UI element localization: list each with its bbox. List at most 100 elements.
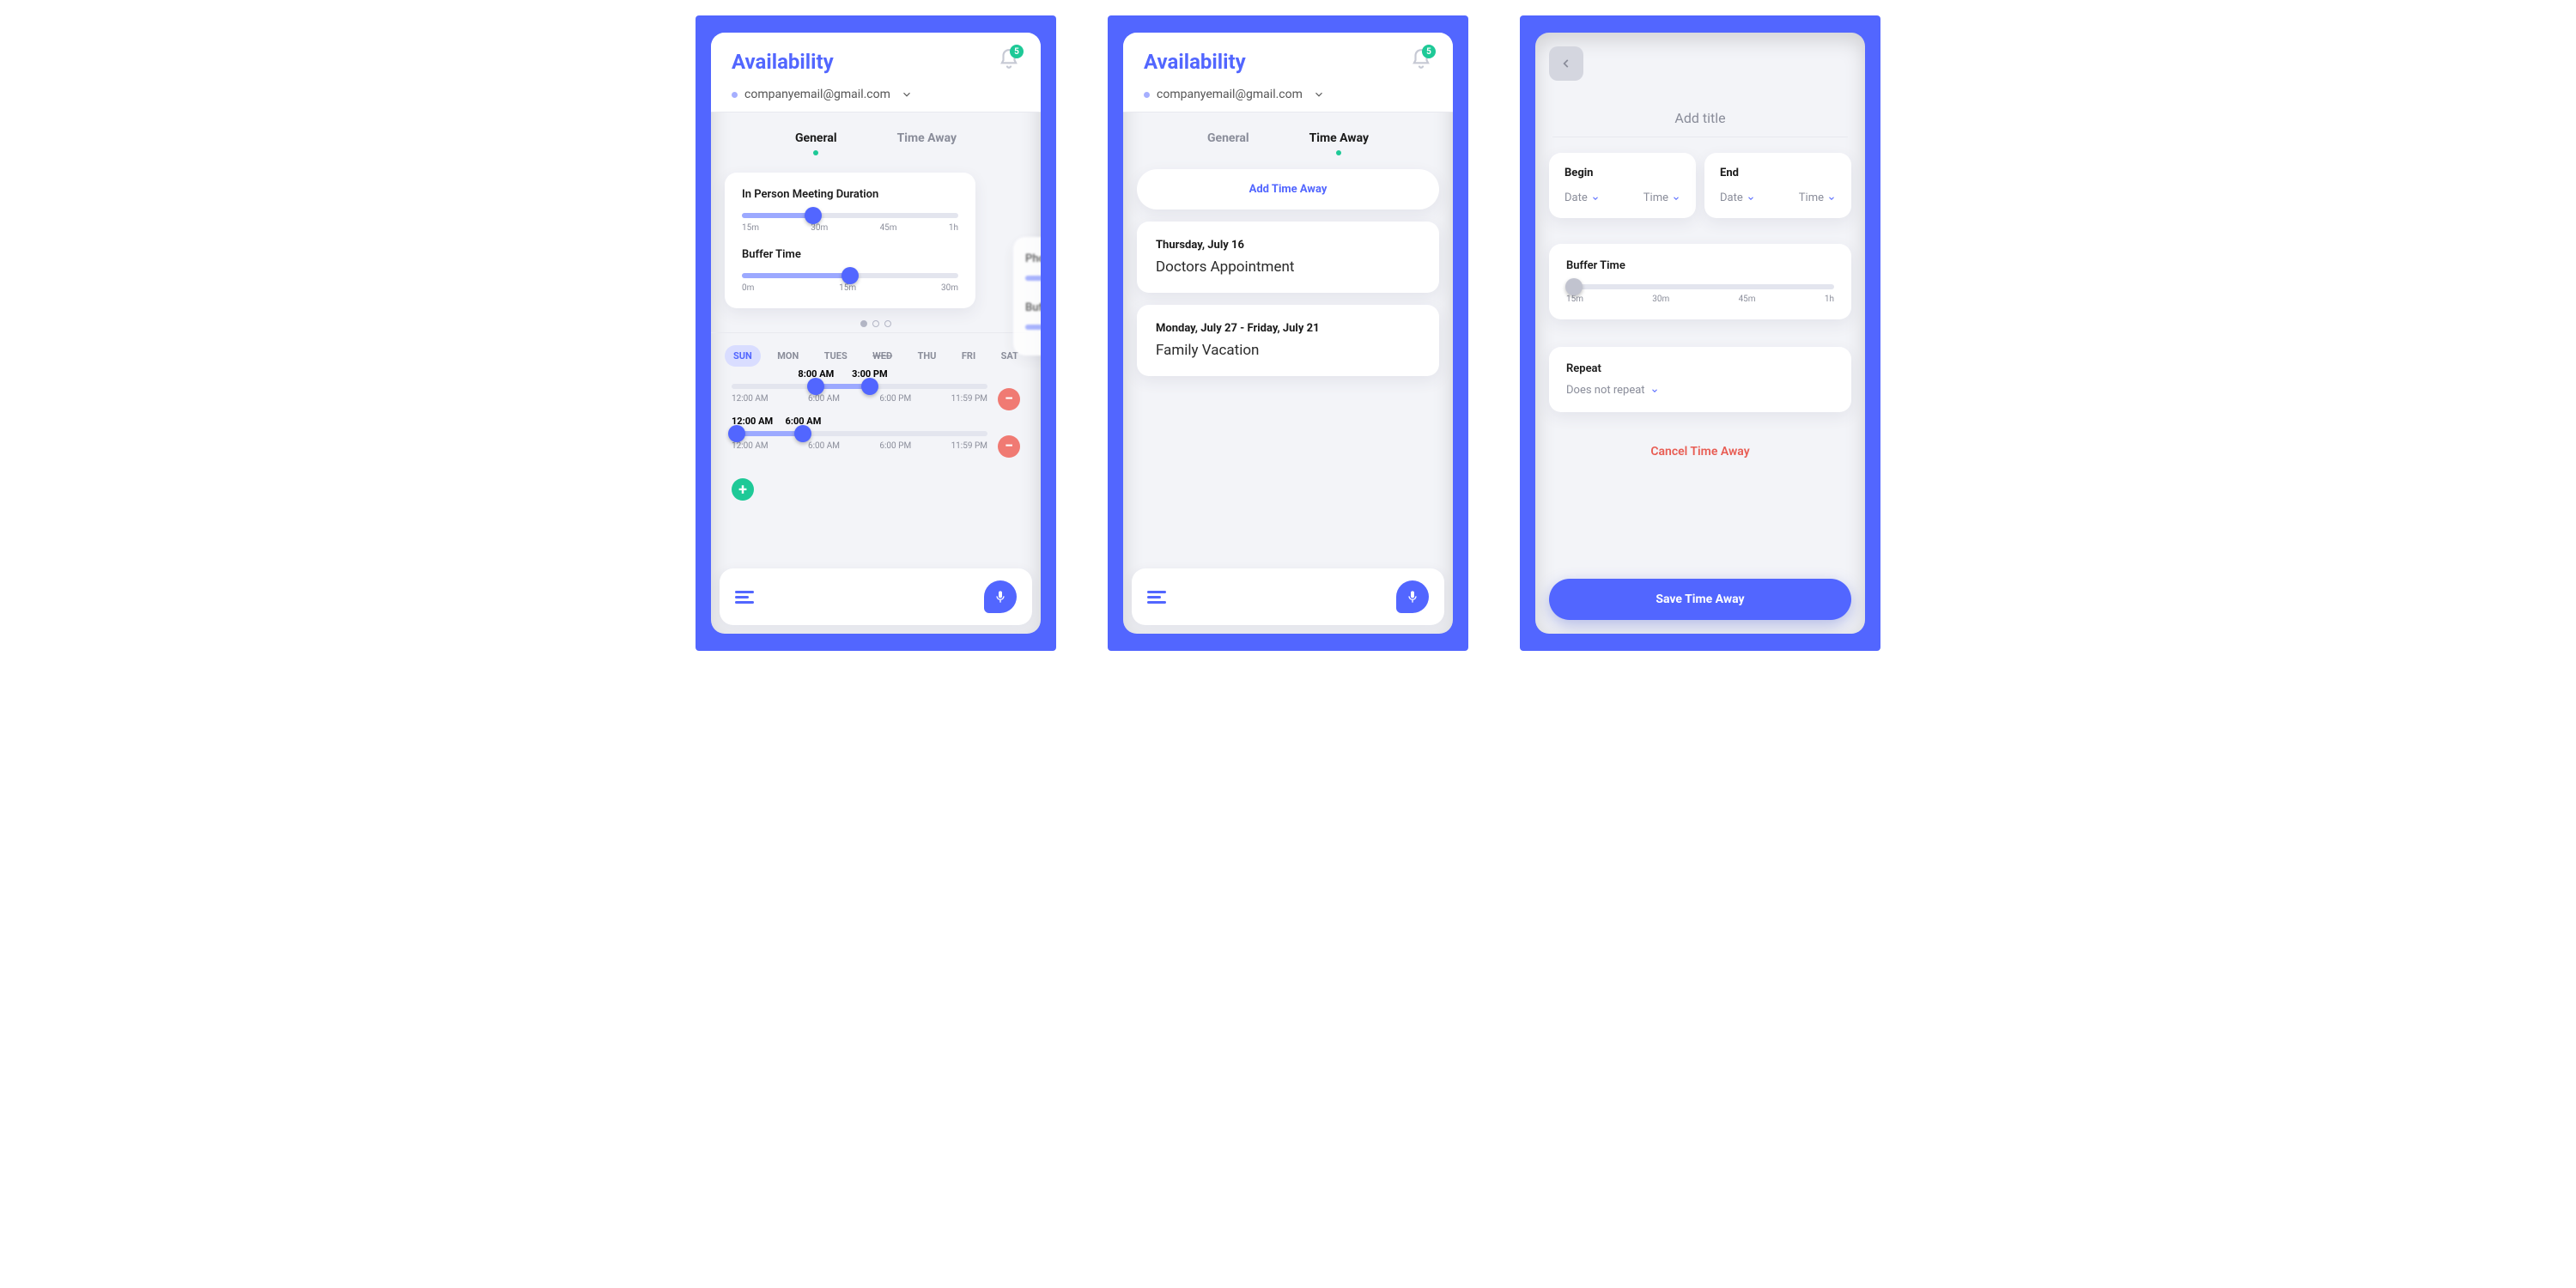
chevron-down-icon: [1313, 88, 1325, 100]
voice-button[interactable]: [1396, 580, 1429, 613]
tabs: General Time Away: [711, 112, 1041, 159]
device-frame-3: Add title Begin Date Time End Date Time …: [1520, 15, 1880, 651]
cancel-time-away-link[interactable]: Cancel Time Away: [1535, 426, 1865, 477]
chevron-down-icon: [1747, 194, 1755, 203]
account-selector[interactable]: companyemail@gmail.com: [1144, 88, 1432, 101]
account-email: companyemail@gmail.com: [744, 88, 890, 101]
day-mon[interactable]: MON: [769, 345, 807, 367]
range-thumb-end[interactable]: [861, 378, 878, 395]
screen-edit-time-away: Add title Begin Date Time End Date Time …: [1535, 33, 1865, 634]
day-sun[interactable]: SUN: [725, 345, 761, 367]
tab-time-away[interactable]: Time Away: [897, 131, 957, 159]
notification-badge: 5: [1422, 45, 1436, 58]
notifications-button[interactable]: 5: [998, 48, 1020, 76]
buffer-ticks: 0m 15m 30m: [742, 283, 958, 293]
remove-range-button[interactable]: −: [998, 388, 1020, 410]
bottom-bar: [1132, 568, 1444, 625]
account-selector[interactable]: companyemail@gmail.com: [732, 88, 1020, 101]
notification-badge: 5: [1010, 45, 1024, 58]
account-status-dot: [732, 92, 738, 98]
day-selector: SUN MON TUES WED THU FRI SAT: [711, 333, 1041, 370]
duration-ticks: 15m 30m 45m 1h: [742, 223, 958, 233]
microphone-icon: [993, 590, 1007, 604]
date-time-section: Begin Date Time End Date Time: [1549, 153, 1851, 218]
account-email: companyemail@gmail.com: [1157, 88, 1303, 101]
menu-button[interactable]: [735, 591, 754, 604]
end-label: End: [1720, 167, 1836, 179]
add-range-button[interactable]: +: [732, 478, 754, 501]
page-title: Availability: [732, 50, 834, 74]
range-thumb-start[interactable]: [807, 378, 824, 395]
header: Availability 5 companyemail@gmail.com: [1123, 33, 1453, 112]
entry-title: Family Vacation: [1156, 342, 1420, 359]
begin-date-select[interactable]: Date: [1564, 191, 1600, 204]
end-time-select[interactable]: Time: [1799, 191, 1836, 204]
buffer-card: Buffer Time 15m 30m 45m 1h: [1549, 244, 1851, 319]
slider-thumb[interactable]: [1565, 278, 1583, 295]
save-time-away-button[interactable]: Save Time Away: [1549, 579, 1851, 620]
header: Availability 5 companyemail@gmail.com: [711, 33, 1041, 112]
account-status-dot: [1144, 92, 1150, 98]
chevron-down-icon: [1672, 194, 1680, 203]
chevron-down-icon: [1827, 194, 1836, 203]
pagination-dots[interactable]: [711, 320, 1041, 327]
header: [1535, 33, 1865, 94]
duration-slider[interactable]: [742, 213, 958, 218]
chevron-left-icon: [1560, 58, 1572, 70]
bottom-bar: [720, 568, 1032, 625]
buffer-slider[interactable]: [1566, 284, 1834, 289]
add-time-away-button[interactable]: Add Time Away: [1137, 169, 1439, 210]
entry-date: Monday, July 27 - Friday, July 21: [1156, 322, 1420, 335]
buffer-title: Buffer Time: [1566, 259, 1834, 272]
repeat-label: Repeat: [1566, 362, 1834, 375]
next-card-peek[interactable]: Pho Buff: [1013, 237, 1041, 355]
entry-title: Doctors Appointment: [1156, 258, 1420, 276]
duration-card: In Person Meeting Duration 15m 30m 45m 1…: [725, 173, 975, 308]
notifications-button[interactable]: 5: [1410, 48, 1432, 76]
menu-button[interactable]: [1147, 591, 1166, 604]
chevron-down-icon: [901, 88, 913, 100]
screen-time-away-list: Availability 5 companyemail@gmail.com Ge…: [1123, 33, 1453, 634]
voice-button[interactable]: [984, 580, 1017, 613]
slider-thumb[interactable]: [805, 207, 822, 224]
buffer-title: Buffer Time: [742, 248, 958, 261]
begin-time-select[interactable]: Time: [1643, 191, 1680, 204]
device-frame-1: Availability 5 companyemail@gmail.com Ge…: [696, 15, 1056, 651]
tabs: General Time Away: [1123, 112, 1453, 159]
microphone-icon: [1406, 590, 1419, 604]
range-thumb-start[interactable]: [728, 425, 745, 442]
day-thu[interactable]: THU: [909, 345, 945, 367]
content: General Time Away In Person Meeting Dura…: [711, 112, 1041, 568]
device-frame-2: Availability 5 companyemail@gmail.com Ge…: [1108, 15, 1468, 651]
tab-general[interactable]: General: [795, 131, 837, 159]
entry-date: Thursday, July 16: [1156, 239, 1420, 252]
end-date-select[interactable]: Date: [1720, 191, 1755, 204]
time-away-entry[interactable]: Monday, July 27 - Friday, July 21 Family…: [1137, 305, 1439, 376]
duration-title: In Person Meeting Duration: [742, 188, 958, 201]
tab-general[interactable]: General: [1207, 131, 1249, 159]
buffer-slider[interactable]: [742, 273, 958, 278]
day-wed[interactable]: WED: [864, 345, 901, 367]
begin-label: Begin: [1564, 167, 1680, 179]
back-button[interactable]: [1549, 46, 1583, 81]
time-range-1: 8:00 AM 3:00 PM 12:00 AM 6:00 AM 6:00 PM: [732, 375, 1020, 422]
chevron-down-icon: [1650, 386, 1659, 395]
repeat-select[interactable]: Does not repeat: [1566, 384, 1834, 397]
time-range-2: 12:00 AM 6:00 AM 12:00 AM 6:00 AM 6:00 P…: [732, 422, 1020, 470]
content: General Time Away Add Time Away Thursday…: [1123, 112, 1453, 568]
page-title: Availability: [1144, 50, 1246, 74]
time-range-slider[interactable]: [732, 384, 987, 389]
tab-time-away[interactable]: Time Away: [1309, 131, 1369, 159]
buffer-ticks: 15m 30m 45m 1h: [1566, 295, 1834, 304]
time-range-slider[interactable]: [732, 431, 987, 436]
screen-general: Availability 5 companyemail@gmail.com Ge…: [711, 33, 1041, 634]
remove-range-button[interactable]: −: [998, 435, 1020, 458]
title-input[interactable]: Add title: [1552, 94, 1848, 137]
day-fri[interactable]: FRI: [953, 345, 984, 367]
range-thumb-end[interactable]: [794, 425, 811, 442]
chevron-down-icon: [1591, 194, 1600, 203]
day-tues[interactable]: TUES: [816, 345, 856, 367]
time-away-entry[interactable]: Thursday, July 16 Doctors Appointment: [1137, 222, 1439, 293]
end-card: End Date Time: [1704, 153, 1851, 218]
slider-thumb[interactable]: [841, 267, 859, 284]
